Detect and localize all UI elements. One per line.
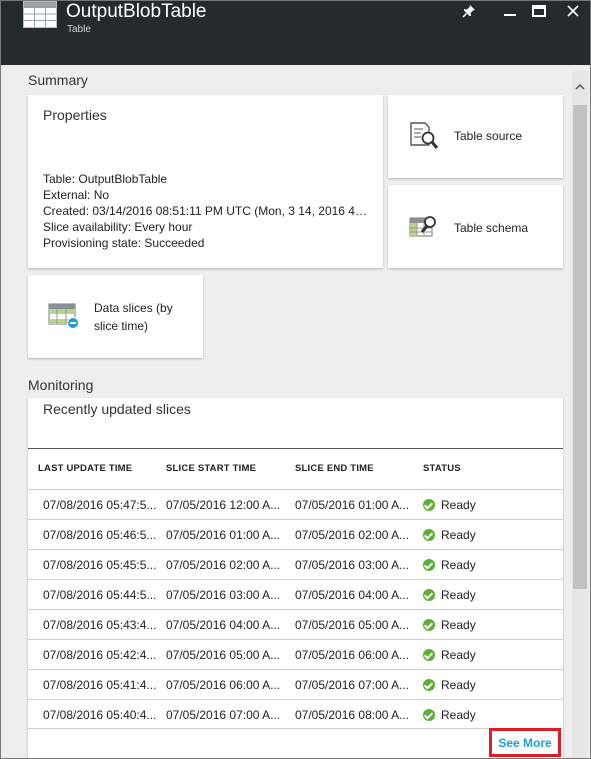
table-row[interactable]: 07/08/2016 05:40:4... 07/05/2016 07:00 A… [28,699,563,729]
cell-slice-end: 07/05/2016 04:00 A... [295,588,410,602]
cell-last-update: 07/08/2016 05:47:5... [43,498,157,512]
properties-title: Properties [43,107,107,123]
data-slices-label-line2: slice time) [94,319,149,333]
cell-status: Ready [441,648,476,662]
cell-status: Ready [441,588,476,602]
cell-slice-end: 07/05/2016 01:00 A... [295,498,410,512]
vertical-scrollbar[interactable] [572,71,588,758]
properties-tile[interactable]: Properties Table: OutputBlobTable Extern… [28,95,383,268]
cell-status: Ready [441,708,476,722]
cell-slice-end: 07/05/2016 03:00 A... [295,558,410,572]
summary-heading: Summary [28,72,88,88]
cell-slice-end: 07/05/2016 08:00 A... [295,708,410,722]
cell-slice-start: 07/05/2016 07:00 A... [166,708,281,722]
data-slices-tile[interactable]: Data slices (by slice time) [28,275,203,358]
table-row[interactable]: 07/08/2016 05:45:5... 07/05/2016 02:00 A… [28,549,563,579]
cell-last-update: 07/08/2016 05:42:4... [43,648,157,662]
property-created: Created: 03/14/2016 08:51:11 PM UTC (Mon… [43,204,368,218]
table-source-tile[interactable]: Table source [388,95,563,178]
cell-slice-start: 07/05/2016 04:00 A... [166,618,281,632]
blade-window: OutputBlobTable Table Summary Properties… [0,0,591,759]
table-schema-tile[interactable]: Table schema [388,185,563,268]
blade-title: OutputBlobTable [66,1,207,22]
table-row[interactable]: 07/08/2016 05:44:5... 07/05/2016 03:00 A… [28,579,563,609]
minimize-icon[interactable] [500,1,520,21]
cell-slice-start: 07/05/2016 05:00 A... [166,648,281,662]
column-header-last-update[interactable]: LAST UPDATE TIME [38,463,132,474]
column-header-slice-end[interactable]: SLICE END TIME [295,463,374,474]
maximize-icon[interactable] [529,1,549,21]
close-icon[interactable] [563,1,583,21]
property-slice-availability: Slice availability: Every hour [43,220,193,234]
cell-status: Ready [441,618,476,632]
scroll-up-arrow-icon[interactable] [572,79,588,95]
ready-status-icon [423,649,435,661]
property-provisioning-state: Provisioning state: Succeeded [43,236,205,250]
ready-status-icon [423,589,435,601]
table-source-icon [410,122,439,149]
cell-status: Ready [441,678,476,692]
cell-slice-start: 07/05/2016 01:00 A... [166,528,281,542]
cell-status: Ready [441,498,476,512]
cell-last-update: 07/08/2016 05:46:5... [43,528,157,542]
table-row[interactable]: 07/08/2016 05:42:4... 07/05/2016 05:00 A… [28,639,563,669]
column-header-status[interactable]: STATUS [423,463,461,474]
see-more-link[interactable]: See More [489,728,561,757]
pin-icon[interactable] [459,1,479,21]
cell-last-update: 07/08/2016 05:45:5... [43,558,157,572]
column-header-slice-start[interactable]: SLICE START TIME [166,463,256,474]
table-row[interactable]: 07/08/2016 05:47:5... 07/05/2016 12:00 A… [28,489,563,519]
blade-subtitle: Table [67,24,91,35]
ready-status-icon [423,499,435,511]
cell-slice-start: 07/05/2016 06:00 A... [166,678,281,692]
recent-slices-card: Recently updated slices LAST UPDATE TIME… [28,398,563,758]
cell-last-update: 07/08/2016 05:44:5... [43,588,157,602]
cell-slice-start: 07/05/2016 03:00 A... [166,588,281,602]
monitoring-heading: Monitoring [28,377,94,393]
cell-last-update: 07/08/2016 05:41:4... [43,678,157,692]
property-table: Table: OutputBlobTable [43,172,168,186]
table-schema-icon [409,216,436,237]
ready-status-icon [423,709,435,721]
properties-list: Table: OutputBlobTable External: No Crea… [43,171,368,251]
cell-status: Ready [441,558,476,572]
cell-slice-start: 07/05/2016 02:00 A... [166,558,281,572]
data-slices-label-line1: Data slices (by [94,301,173,315]
table-row[interactable]: 07/08/2016 05:46:5... 07/05/2016 01:00 A… [28,519,563,549]
cell-slice-end: 07/05/2016 02:00 A... [295,528,410,542]
cell-status: Ready [441,528,476,542]
ready-status-icon [423,559,435,571]
cell-last-update: 07/08/2016 05:43:4... [43,618,157,632]
divider [28,448,563,449]
ready-status-icon [423,679,435,691]
table-icon [23,1,57,28]
cell-slice-end: 07/05/2016 06:00 A... [295,648,410,662]
ready-status-icon [423,529,435,541]
cell-slice-start: 07/05/2016 12:00 A... [166,498,281,512]
scrollbar-thumb[interactable] [573,105,587,589]
table-row[interactable]: 07/08/2016 05:41:4... 07/05/2016 06:00 A… [28,669,563,699]
table-row[interactable]: 07/08/2016 05:43:4... 07/05/2016 04:00 A… [28,609,563,639]
ready-status-icon [423,619,435,631]
blade-header: OutputBlobTable Table [1,1,590,65]
data-slices-icon [48,303,79,329]
cell-slice-end: 07/05/2016 07:00 A... [295,678,410,692]
cell-slice-end: 07/05/2016 05:00 A... [295,618,410,632]
table-source-label: Table source [454,129,523,143]
cell-last-update: 07/08/2016 05:40:4... [43,708,157,722]
table-schema-label: Table schema [454,221,529,235]
recent-slices-title: Recently updated slices [43,401,191,417]
blade-content: Summary Properties Table: OutputBlobTabl… [1,65,590,758]
property-external: External: No [43,188,110,202]
